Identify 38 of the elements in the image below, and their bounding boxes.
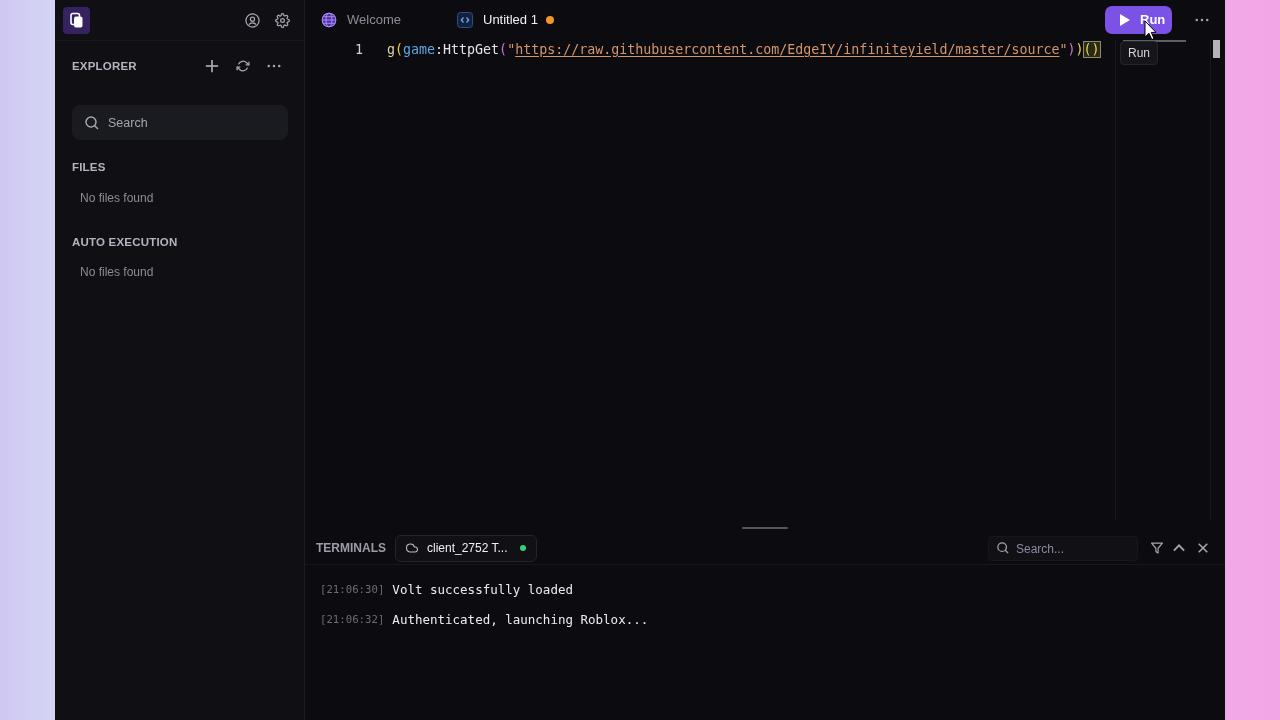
play-icon (1120, 14, 1130, 26)
user-icon[interactable] (245, 12, 260, 28)
log-timestamp: [21:06:32] (320, 611, 385, 628)
empty-message: No files found (80, 190, 154, 206)
terminal-tab[interactable]: client_2752 T... (395, 534, 537, 562)
refresh-icon[interactable] (236, 59, 250, 73)
log-message: Authenticated, launching Roblox... (392, 610, 649, 629)
scrollbar-thumb[interactable] (1213, 40, 1220, 58)
search-icon (997, 542, 1009, 554)
globe-icon (321, 12, 337, 28)
editor-tab[interactable]: Welcome (305, 0, 441, 40)
more-icon[interactable] (1195, 18, 1209, 22)
more-icon[interactable] (267, 64, 281, 68)
log-message: Volt successfully loaded (392, 580, 573, 599)
section-title: FILES (72, 160, 106, 175)
log-timestamp: [21:06:30] (320, 581, 385, 598)
explorer-title: EXPLORER (72, 59, 137, 74)
run-button[interactable]: Run (1105, 6, 1172, 34)
resize-handle[interactable] (742, 527, 788, 529)
search-field[interactable]: Search (72, 105, 288, 140)
run-tooltip: Run (1120, 41, 1158, 65)
minimap-code-line (1123, 40, 1186, 42)
plus-icon[interactable] (205, 59, 219, 73)
section-title: AUTO EXECUTION (72, 235, 178, 250)
search-icon (85, 115, 99, 130)
line-number: 1 (354, 41, 363, 59)
close-icon[interactable] (1198, 543, 1208, 553)
code-line: g(game:HttpGet("https://raw.githubusercontent.com/EdgeIY/infiniteyield/master/source"))() (387, 41, 1100, 59)
logo-icon[interactable] (63, 6, 90, 34)
chevron-up-icon[interactable] (1173, 544, 1185, 552)
settings-icon[interactable] (275, 12, 290, 28)
code-file-icon (457, 12, 473, 28)
empty-message: No files found (80, 264, 154, 280)
editor-tab[interactable]: Untitled 1 (441, 0, 577, 40)
terminals-title: TERMINALS (316, 540, 386, 557)
cloud-icon (406, 543, 418, 553)
terminal-search-field[interactable]: Search... (988, 536, 1138, 561)
filter-icon[interactable] (1151, 542, 1163, 554)
